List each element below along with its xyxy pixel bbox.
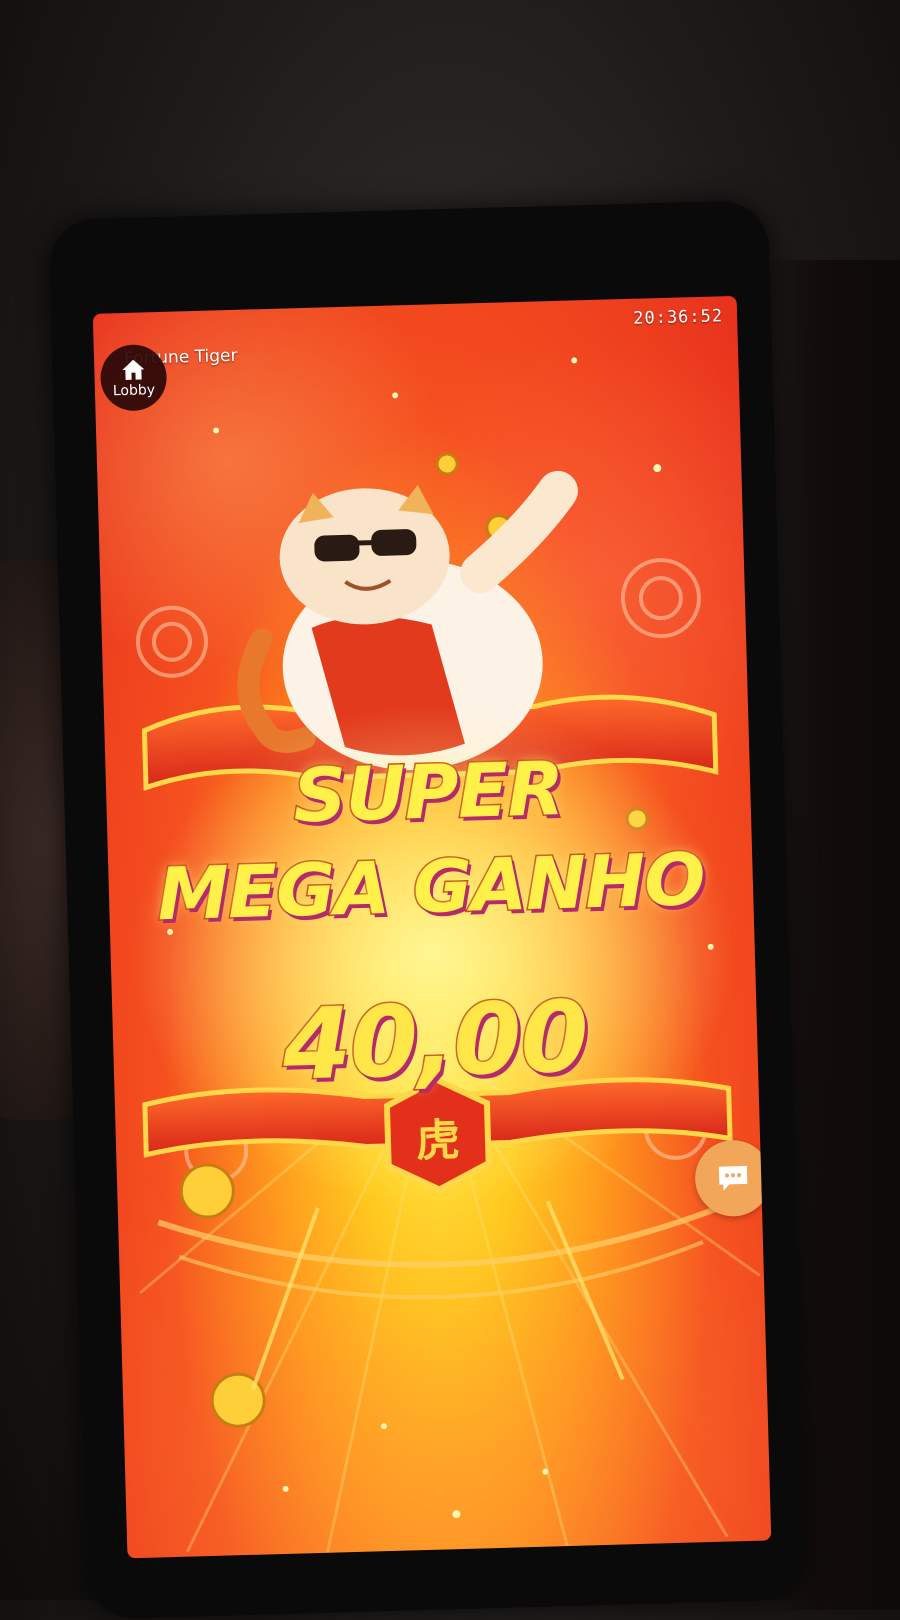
lobby-label: Lobby	[112, 381, 156, 399]
status-clock: 20:36:52	[632, 306, 724, 329]
win-amount: 40,00	[280, 979, 591, 1104]
tiger-emblem: 虎	[415, 1114, 461, 1168]
home-icon	[122, 359, 145, 380]
phone: Fortune Tiger 20:36:52 Lobby SUPER MEGA …	[48, 199, 807, 1620]
win-title-line1: SUPER	[291, 744, 566, 841]
game-screen[interactable]: Fortune Tiger 20:36:52 Lobby SUPER MEGA …	[92, 295, 772, 1559]
win-title-line2: MEGA GANHO	[155, 836, 707, 938]
chat-bubble-icon	[718, 1165, 748, 1191]
